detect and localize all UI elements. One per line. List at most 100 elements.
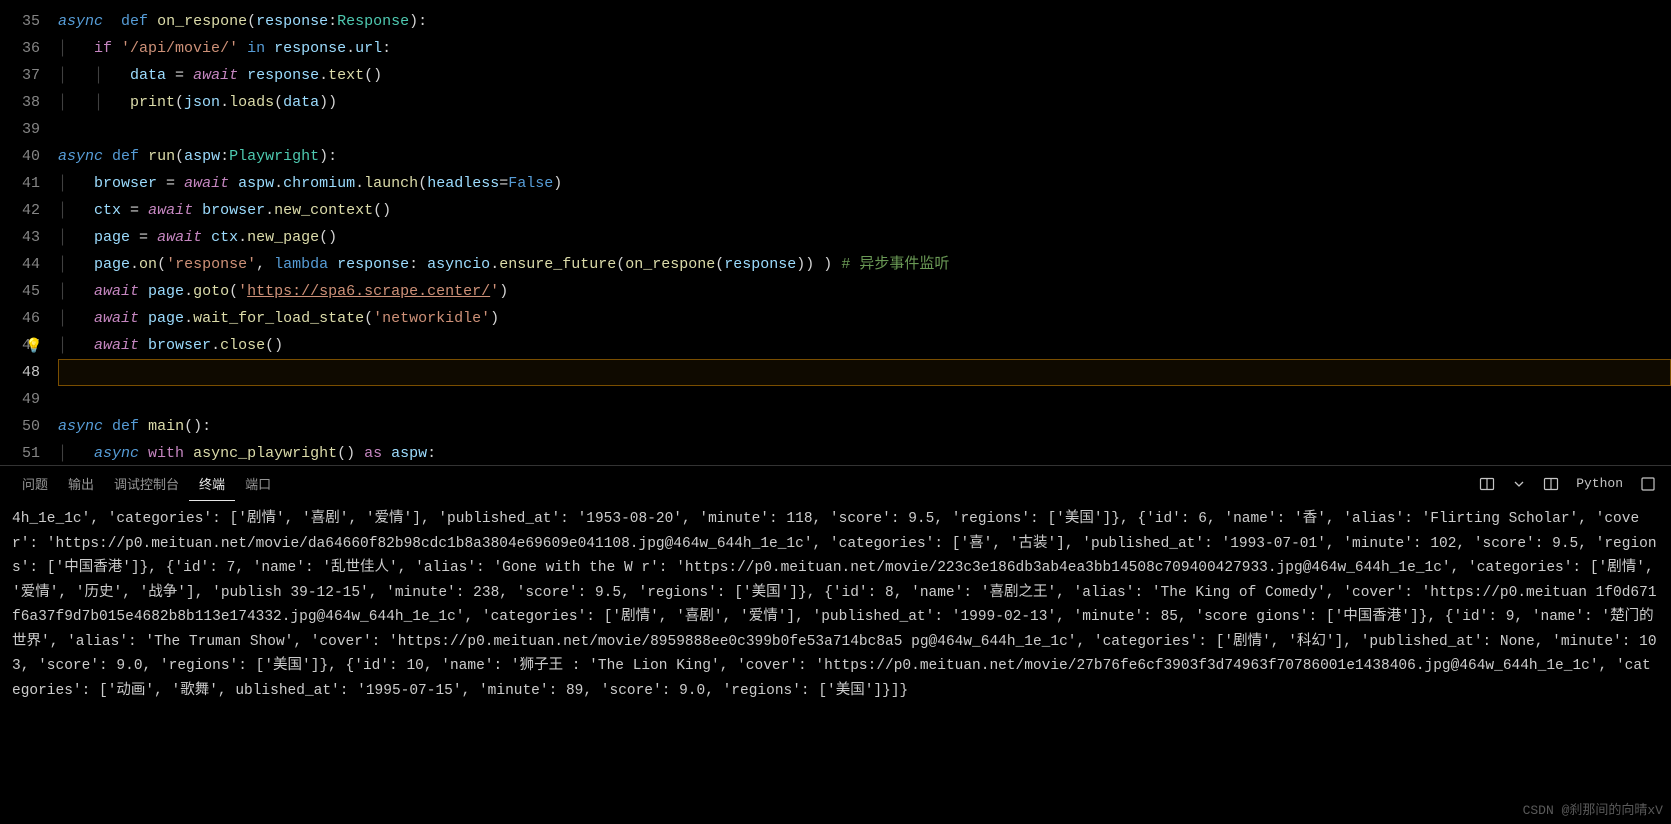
line-number: 40 [0, 143, 40, 170]
token: browser [202, 202, 265, 219]
token [139, 310, 148, 327]
split-editor-icon[interactable] [1540, 473, 1562, 495]
code-line[interactable]: async def main(): [58, 413, 1671, 440]
token: . [130, 256, 139, 273]
token: ' [490, 283, 499, 300]
token: asyncio [427, 256, 490, 273]
token [139, 418, 148, 435]
terminal-output[interactable]: 4h_1e_1c', 'categories': ['剧情', '喜剧', '爱… [0, 501, 1671, 811]
token: data [283, 94, 319, 111]
panel-tab-1[interactable]: 输出 [58, 466, 104, 501]
panel-tab-4[interactable]: 端口 [235, 466, 281, 501]
token: aspw [184, 148, 220, 165]
token: await [94, 310, 139, 327]
token [328, 256, 337, 273]
line-number: 39 [0, 116, 40, 143]
code-line[interactable]: │ page = await ctx.new_page() [58, 224, 1671, 251]
token [166, 67, 175, 84]
token [193, 202, 202, 219]
token: . [319, 67, 328, 84]
token: aspw [391, 445, 427, 462]
token [103, 418, 112, 435]
token: ( [616, 256, 625, 273]
maximize-panel-icon[interactable] [1637, 473, 1659, 495]
code-line[interactable] [58, 359, 1671, 386]
code-line[interactable]: │ await page.wait_for_load_state('networ… [58, 305, 1671, 332]
token [184, 445, 193, 462]
token: in [247, 40, 265, 57]
token: ) [553, 175, 562, 192]
token: response [256, 13, 328, 30]
panel-tab-3[interactable]: 终端 [189, 466, 235, 501]
code-editor[interactable]: 3536373839404142434445464748495051 async… [0, 0, 1671, 465]
token: ( [274, 94, 283, 111]
token: │ │ [58, 94, 130, 111]
token [382, 445, 391, 462]
token: . [265, 202, 274, 219]
code-line[interactable]: 💡│ await browser.close() [58, 332, 1671, 359]
token: goto [193, 283, 229, 300]
token: = [166, 175, 175, 192]
token: with [148, 445, 184, 462]
token: async_playwright [193, 445, 337, 462]
token [112, 40, 121, 57]
watermark: CSDN @刹那间的向晴xV [1523, 799, 1663, 818]
line-number: 50 [0, 413, 40, 440]
panel-layout-icon[interactable] [1476, 473, 1498, 495]
token [139, 202, 148, 219]
code-line[interactable]: │ await page.goto('https://spa6.scrape.c… [58, 278, 1671, 305]
token: await [148, 202, 193, 219]
token: https://spa6.scrape.center/ [247, 283, 490, 300]
token: ( [175, 148, 184, 165]
token: chromium [283, 175, 355, 192]
code-line[interactable]: │ │ print(json.loads(data)) [58, 89, 1671, 116]
code-line[interactable]: │ if '/api/movie/' in response.url: [58, 35, 1671, 62]
code-area[interactable]: async def on_respone(response:Response):… [58, 0, 1671, 465]
code-line[interactable]: │ browser = await aspw.chromium.launch(h… [58, 170, 1671, 197]
line-number: 41 [0, 170, 40, 197]
token [139, 148, 148, 165]
token: aspw [238, 175, 274, 192]
token: def [112, 148, 139, 165]
chevron-down-icon[interactable] [1508, 473, 1530, 495]
token: . [274, 175, 283, 192]
token: new_context [274, 202, 373, 219]
token: async [58, 148, 103, 165]
code-line[interactable]: async def on_respone(response:Response): [58, 8, 1671, 35]
token: , [256, 256, 274, 273]
line-number: 44 [0, 251, 40, 278]
token [121, 202, 130, 219]
token: await [94, 337, 139, 354]
token [139, 445, 148, 462]
code-line[interactable] [58, 386, 1671, 413]
language-label[interactable]: Python [1572, 476, 1627, 491]
token: . [355, 175, 364, 192]
token: : [382, 40, 391, 57]
line-number: 36 [0, 35, 40, 62]
code-line[interactable]: │ async with async_playwright() as aspw: [58, 440, 1671, 465]
code-line[interactable] [58, 116, 1671, 143]
token [238, 67, 247, 84]
token: )) ) [796, 256, 841, 273]
token: await [94, 283, 139, 300]
token: async [94, 445, 139, 462]
lightbulb-icon[interactable]: 💡 [25, 334, 42, 361]
token: page [94, 229, 130, 246]
token: () [373, 202, 391, 219]
token: ' [238, 283, 247, 300]
panel-tab-0[interactable]: 问题 [12, 466, 58, 501]
code-line[interactable]: │ page.on('response', lambda response: a… [58, 251, 1671, 278]
token: . [346, 40, 355, 57]
token: as [364, 445, 382, 462]
token [103, 13, 121, 30]
code-line[interactable]: async def run(aspw:Playwright): [58, 143, 1671, 170]
token: page [148, 310, 184, 327]
token: new_page [247, 229, 319, 246]
panel-tab-2[interactable]: 调试控制台 [104, 466, 189, 501]
line-number: 48 [0, 359, 40, 386]
token [130, 229, 139, 246]
code-line[interactable]: │ ctx = await browser.new_context() [58, 197, 1671, 224]
token: # 异步事件监听 [841, 256, 949, 273]
token [229, 175, 238, 192]
code-line[interactable]: │ │ data = await response.text() [58, 62, 1671, 89]
